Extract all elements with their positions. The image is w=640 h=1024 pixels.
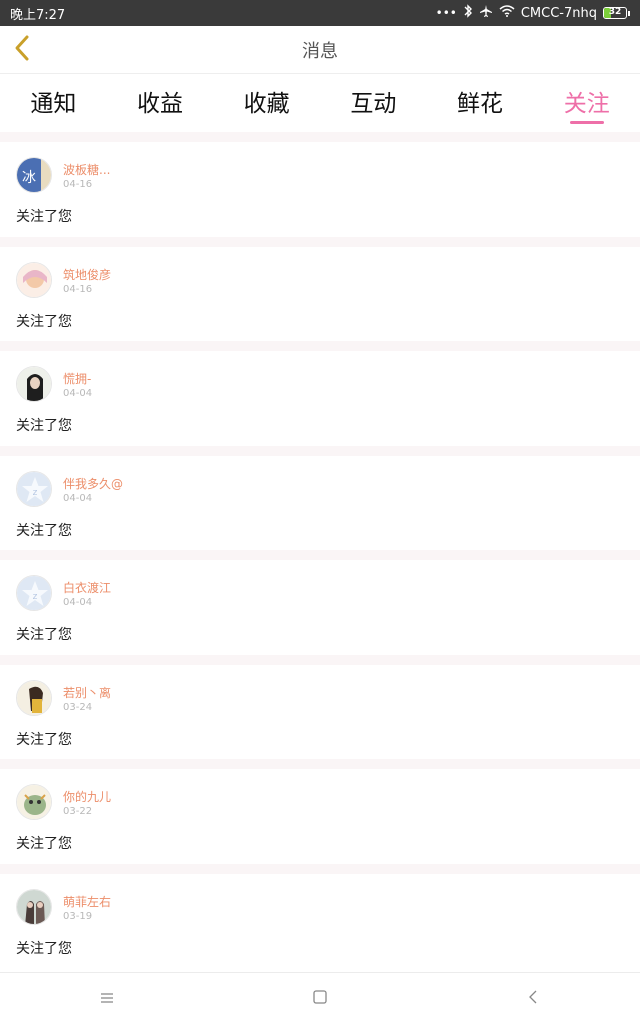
status-time: 晚上7:27 [10,7,66,23]
avatar[interactable]: 冰 [16,157,52,193]
item-message: 关注了您 [16,522,72,539]
list-item[interactable]: z 白衣渡江 04-04 关注了您 [0,560,640,655]
item-message: 关注了您 [16,836,72,852]
signal-dots: ••• [435,6,457,20]
avatar[interactable] [16,366,52,402]
item-date: 03-19 [63,910,93,922]
tab-bar: 通知 收益 收藏 互动 鲜花 关注 [0,74,640,132]
home-button[interactable] [300,979,340,1019]
home-square-icon [313,989,327,1008]
chevron-left-icon [12,34,32,66]
list-item[interactable]: 冰 波板糖... 04-16 关注了您 [0,142,640,237]
menu-icon [100,989,114,1008]
username[interactable]: 你的九儿 [63,788,111,805]
tab-flowers[interactable]: 鲜花 [427,74,534,132]
page-title: 消息 [302,40,338,62]
item-date: 04-04 [63,388,93,399]
battery-icon: 32 [603,7,630,19]
list-item[interactable]: 若别丶离 03-24 关注了您 [0,664,640,759]
header: 消息 [0,26,640,74]
menu-button[interactable] [87,979,127,1019]
system-nav-bar [0,972,640,1024]
avatar[interactable] [16,888,52,925]
airplane-icon [479,4,493,22]
username[interactable]: 筑地俊彦 [63,266,111,283]
status-bar: 晚上7:27 ••• CMCC-7nhq 32 [0,0,640,26]
list-item[interactable]: 你的九儿 03-22 关注了您 [0,769,640,864]
system-back-button[interactable] [513,979,553,1019]
back-button[interactable] [8,34,36,66]
tab-following[interactable]: 关注 [533,74,640,132]
svg-text:z: z [33,488,38,498]
tab-earnings[interactable]: 收益 [107,74,214,132]
item-date: 04-04 [63,492,93,504]
username[interactable]: 白衣渡江 [63,579,111,596]
avatar[interactable]: z [16,575,52,611]
username[interactable]: 伴我多久@ [63,475,123,492]
active-tab-indicator [569,121,604,124]
battery-level: 32 [608,7,622,17]
username[interactable]: 慌拥- [63,370,91,387]
list-item[interactable]: z 伴我多久@ 04-04 关注了您 [0,455,640,550]
username[interactable]: 若别丶离 [63,684,111,701]
item-date: 03-22 [63,806,93,817]
item-date: 03-24 [63,701,93,713]
username[interactable]: 萌菲左右 [63,893,111,910]
list-item[interactable]: 萌菲左右 03-19 关注了您 [0,873,640,968]
network-name: CMCC-7nhq [520,5,597,21]
item-message: 关注了您 [16,940,72,957]
item-message: 关注了您 [16,418,72,434]
avatar[interactable] [16,261,52,298]
item-date: 04-16 [63,283,93,295]
list-item[interactable]: 慌拥- 04-04 关注了您 [0,351,640,446]
bluetooth-icon [463,4,473,22]
svg-text:z: z [33,592,38,602]
tab-favorites[interactable]: 收藏 [213,74,320,132]
item-message: 关注了您 [16,313,72,330]
back-icon [528,989,538,1008]
item-message: 关注了您 [16,209,72,225]
tab-interactions[interactable]: 互动 [320,74,427,132]
wifi-icon [499,5,515,21]
svg-text:冰: 冰 [22,170,36,186]
list-item[interactable]: 筑地俊彦 04-16 关注了您 [0,246,640,341]
avatar[interactable] [16,679,52,716]
item-date: 04-16 [63,179,93,190]
avatar[interactable] [16,784,52,820]
username[interactable]: 波板糖... [63,161,110,178]
item-date: 04-04 [63,597,93,608]
follow-list: 冰 波板糖... 04-16 关注了您 筑地俊彦 04-16 关注了您 慌拥- … [0,132,640,968]
item-message: 关注了您 [16,627,72,643]
tab-notifications[interactable]: 通知 [0,74,107,132]
avatar[interactable]: z [16,470,52,507]
item-message: 关注了您 [16,731,72,748]
